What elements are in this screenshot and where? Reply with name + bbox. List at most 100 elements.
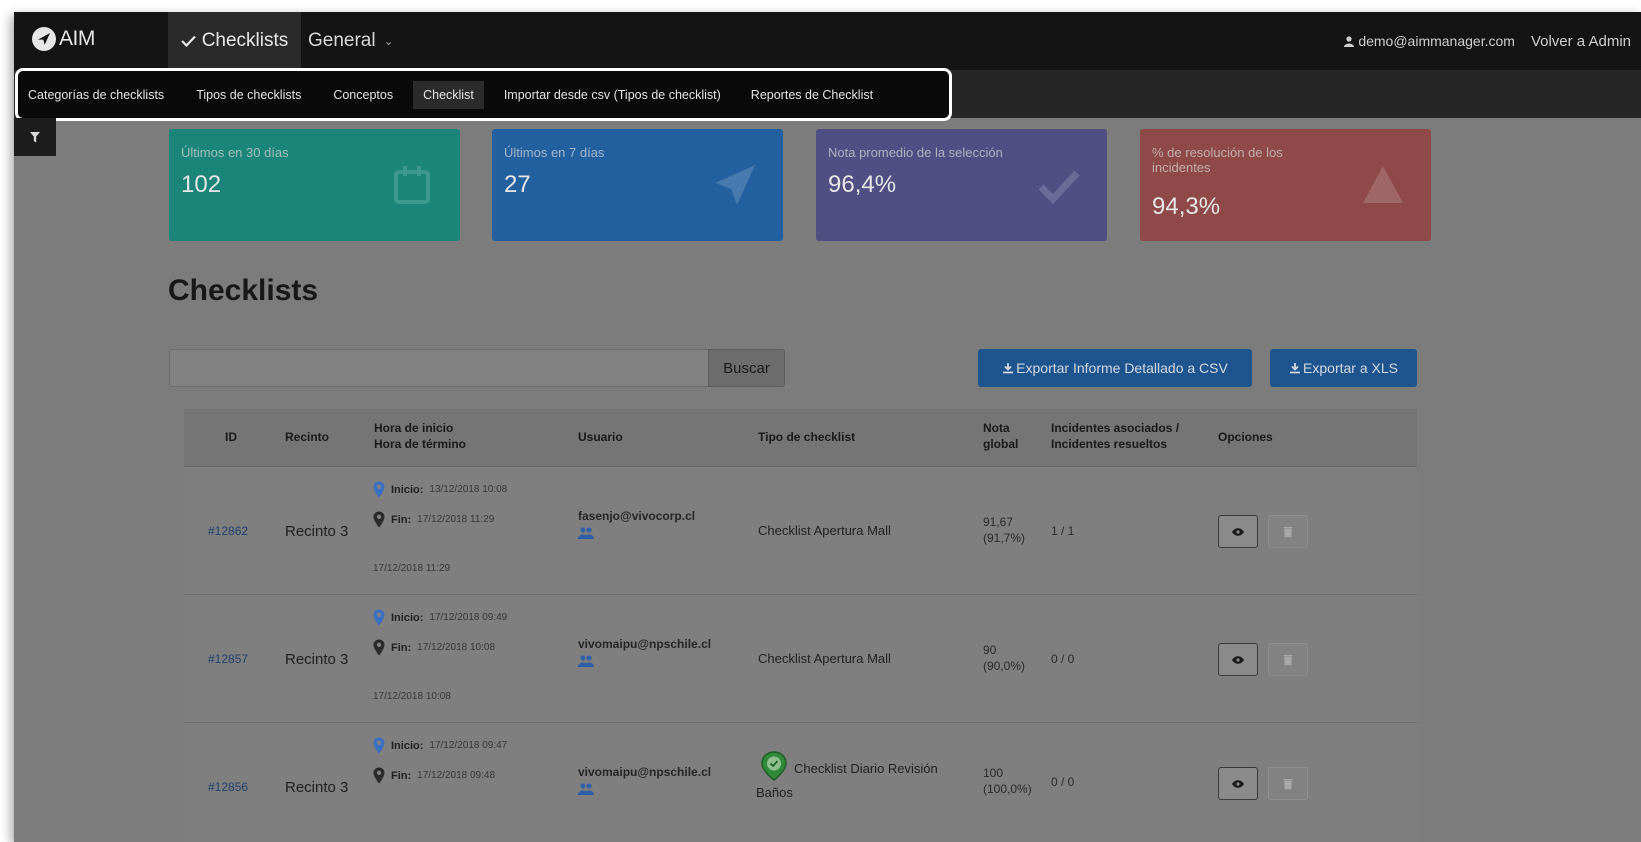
map-pin-icon <box>373 511 385 528</box>
stat-value: 102 <box>181 171 222 198</box>
subnav-importar-csv[interactable]: Importar desde csv (Tipos de checklist) <box>496 81 729 109</box>
compass-icon <box>32 27 56 51</box>
usuario-cell: vivomaipu@npschile.cl <box>578 765 712 779</box>
page-title: Checklists <box>168 274 319 307</box>
tipo-cell: Checklist Apertura Mall <box>758 651 891 666</box>
map-pin-icon <box>373 609 385 626</box>
inicio-value: 17/12/2018 09:49 <box>429 612 508 623</box>
tipo-cell-line2: Baños <box>756 785 793 800</box>
subnav-conceptos[interactable]: Conceptos <box>325 81 401 109</box>
fin-line: Fin: 17/12/2018 11:29 <box>373 511 494 528</box>
termino-value: 17/12/2018 11:29 <box>373 563 451 574</box>
tipo-cell: Checklist Apertura Mall <box>758 523 891 538</box>
th-nota[interactable]: Nota <box>983 421 1010 436</box>
filter-toggle-button[interactable] <box>14 118 56 156</box>
nav-general-label: General <box>308 30 376 51</box>
trash-icon <box>1283 655 1293 665</box>
nota-percent: (100,0%) <box>983 782 1032 796</box>
view-button[interactable] <box>1218 515 1258 548</box>
search-input[interactable] <box>169 349 709 387</box>
subnav-checklist[interactable]: Checklist <box>413 80 484 109</box>
user-email: demo@aimmanager.com <box>1358 33 1515 49</box>
inicio-label: Inicio: <box>391 611 424 624</box>
stat-value: 96,4% <box>828 171 897 198</box>
checklist-id-link[interactable]: #12856 <box>208 780 248 794</box>
th-tipo[interactable]: Tipo de checklist <box>758 430 855 445</box>
map-pin-icon <box>373 767 385 784</box>
th-incidentes-resueltos[interactable]: Incidentes resueltos <box>1051 437 1167 452</box>
checklist-id-link[interactable]: #12862 <box>208 524 248 538</box>
table-row: #12857 Recinto 3 Inicio: 17/12/2018 09:4… <box>184 595 1417 723</box>
check-icon <box>1038 170 1080 205</box>
th-hora-inicio[interactable]: Hora de inicio <box>374 421 453 436</box>
stat-label: Últimos en 30 días <box>181 145 289 160</box>
th-recinto[interactable]: Recinto <box>285 430 329 445</box>
export-csv-label: Exportar Informe Detallado a CSV <box>1016 360 1228 376</box>
paper-plane-icon <box>715 165 755 205</box>
stat-value: 94,3% <box>1152 193 1221 220</box>
nota-value: 91,67 <box>983 515 1014 529</box>
users-icon <box>578 783 594 795</box>
stat-label: % de resolución de los incidentes <box>1152 145 1283 175</box>
stat-card-7-days: Últimos en 7 días 27 <box>492 129 783 241</box>
user-menu[interactable]: demo@aimmanager.com <box>1344 33 1515 49</box>
nav-general-dropdown[interactable]: General ⌄ <box>308 12 394 70</box>
export-xls-label: Exportar a XLS <box>1303 360 1398 376</box>
nota-value: 100 <box>983 766 1004 780</box>
user-icon <box>1344 35 1355 47</box>
recinto-cell: Recinto 3 <box>285 523 349 540</box>
filter-icon <box>30 131 40 142</box>
usuario-cell: fasenjo@vivocorp.cl <box>578 509 696 523</box>
delete-button[interactable] <box>1268 767 1308 800</box>
brand-logo[interactable]: AIM <box>32 27 95 51</box>
delete-button[interactable] <box>1268 643 1308 676</box>
inicio-label: Inicio: <box>391 739 424 752</box>
inicio-label: Inicio: <box>391 483 424 496</box>
brand-name: AIM <box>59 27 95 50</box>
view-button[interactable] <box>1218 643 1258 676</box>
fin-value: 17/12/2018 09:48 <box>417 770 496 781</box>
export-csv-button[interactable]: Exportar Informe Detallado a CSV <box>978 349 1252 387</box>
table-row: #12862 Recinto 3 Inicio: 13/12/2018 10:0… <box>184 467 1417 595</box>
map-pin-icon <box>373 639 385 656</box>
app-window: AIM Checklists General ⌄ demo@aimmanager… <box>14 12 1641 842</box>
inicio-line: Inicio: 17/12/2018 09:47 <box>373 737 507 754</box>
users-icon <box>578 527 594 539</box>
th-nota-global[interactable]: global <box>983 437 1018 452</box>
stat-card-nota-promedio: Nota promedio de la selección 96,4% <box>816 129 1107 241</box>
delete-button[interactable] <box>1268 515 1308 548</box>
back-to-admin-link[interactable]: Volver a Admin <box>1531 33 1631 50</box>
th-hora-termino[interactable]: Hora de término <box>374 437 466 452</box>
th-id[interactable]: ID <box>225 430 237 445</box>
view-button[interactable] <box>1218 767 1258 800</box>
sub-navbar: Categorías de checklists Tipos de checkl… <box>15 68 952 121</box>
nota-percent: (91,7%) <box>983 531 1026 545</box>
stat-label: Últimos en 7 días <box>504 145 605 160</box>
search-button[interactable]: Buscar <box>708 349 785 387</box>
eye-icon <box>1232 655 1244 664</box>
location-check-icon <box>761 751 787 781</box>
checklist-id-link[interactable]: #12857 <box>208 652 248 666</box>
subnav-reportes[interactable]: Reportes de Checklist <box>743 81 881 109</box>
incidentes-cell: 1 / 1 <box>1051 524 1075 538</box>
export-xls-button[interactable]: Exportar a XLS <box>1270 349 1417 387</box>
warning-icon <box>1363 166 1403 203</box>
inicio-line: Inicio: 13/12/2018 10:08 <box>373 481 507 498</box>
th-usuario[interactable]: Usuario <box>578 430 623 445</box>
th-opciones: Opciones <box>1218 430 1273 444</box>
th-incidentes-asociados[interactable]: Incidentes asociados / <box>1051 421 1179 436</box>
map-pin-icon <box>373 737 385 754</box>
users-icon <box>578 655 594 667</box>
subnav-tipos[interactable]: Tipos de checklists <box>188 81 309 109</box>
stat-card-30-days: Últimos en 30 días 102 <box>169 129 460 241</box>
nota-percent: (90,0%) <box>983 659 1026 673</box>
fin-value: 17/12/2018 10:08 <box>417 642 496 653</box>
fin-label: Fin: <box>391 641 412 654</box>
subnav-categorias[interactable]: Categorías de checklists <box>20 81 172 109</box>
incidentes-cell: 0 / 0 <box>1051 775 1075 789</box>
fin-value: 17/12/2018 11:29 <box>417 514 495 525</box>
usuario-cell: vivomaipu@npschile.cl <box>578 637 712 651</box>
stat-value: 27 <box>504 171 531 198</box>
nav-checklists[interactable]: Checklists <box>168 12 301 70</box>
navbar-right: demo@aimmanager.com Volver a Admin <box>1344 12 1631 70</box>
